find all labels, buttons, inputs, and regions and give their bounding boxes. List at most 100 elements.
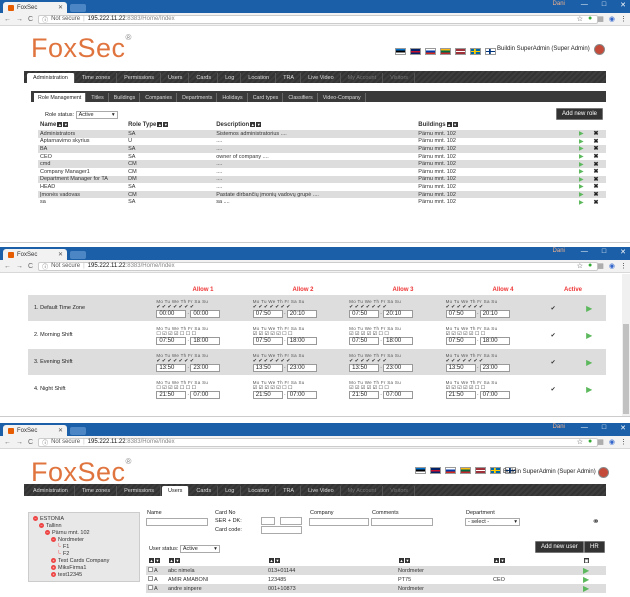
table-row[interactable]: Department Manager for TA DM.... Pärnu mnt… xyxy=(38,175,606,184)
flag-uk-icon[interactable] xyxy=(410,48,421,55)
row-select[interactable]: A xyxy=(146,575,166,584)
search-binoculars-icon[interactable]: ⚭ xyxy=(592,516,600,527)
tab-tra[interactable]: TRA xyxy=(277,73,302,83)
minimize-icon[interactable]: — xyxy=(581,1,588,9)
tree-node[interactable]: └ F2 xyxy=(33,551,135,558)
collapse-icon[interactable]: − xyxy=(33,516,38,521)
new-tab-button[interactable] xyxy=(70,4,86,12)
expand-icon[interactable]: + xyxy=(51,572,56,577)
start-time-input[interactable]: 07:50 xyxy=(445,309,476,318)
close-tab-icon[interactable]: ✕ xyxy=(58,251,63,258)
table-row[interactable]: BA SA.... Pärnu mnt. 102 ▶ ✖ xyxy=(38,145,606,153)
edit-play-icon[interactable]: ▶ xyxy=(576,145,592,153)
name-filter-input[interactable] xyxy=(146,518,208,526)
save-play-icon[interactable]: ▶ xyxy=(572,358,606,367)
end-time-input[interactable]: 20:10 xyxy=(383,309,414,318)
reload-icon[interactable]: C xyxy=(28,263,33,270)
logout-avatar-icon[interactable] xyxy=(598,467,609,478)
delete-icon[interactable]: ✖ xyxy=(591,168,606,176)
tab-administration[interactable]: Administration xyxy=(27,73,75,83)
subtab-holidays[interactable]: Holidays xyxy=(218,93,248,102)
subtab-role-management[interactable]: Role Management xyxy=(34,93,87,102)
edit-play-icon[interactable]: ▶ xyxy=(581,584,606,593)
end-time-input[interactable]: 07:00 xyxy=(286,390,317,399)
extension-icon[interactable]: ▦ xyxy=(597,438,604,446)
collapse-icon[interactable]: − xyxy=(39,523,44,528)
start-time-input[interactable]: 21:50 xyxy=(349,390,380,399)
table-row[interactable]: HEAD SA.... Pärnu mnt. 102 ▶ ✖ xyxy=(38,183,606,191)
end-time-input[interactable]: 20:10 xyxy=(479,309,510,318)
tab-time-zones[interactable]: Time zones xyxy=(76,73,118,83)
logged-user[interactable]: Buildin SuperAdmin (Super Admin) xyxy=(497,46,590,52)
tab-visitors[interactable]: Visitors xyxy=(384,486,416,496)
browser-tab[interactable]: FoxSec ✕ xyxy=(3,2,67,13)
company-input[interactable] xyxy=(309,518,369,526)
end-time-input[interactable]: 20:10 xyxy=(286,309,317,318)
url-field[interactable]: ⓘ Not secure | 195.222.11.22:8383/Home/I… xyxy=(38,14,599,24)
tab-permissions[interactable]: Permissions xyxy=(118,486,162,496)
add-user-button[interactable]: Add new user xyxy=(535,541,584,553)
flag-estonia-icon[interactable] xyxy=(415,467,426,474)
delete-icon[interactable]: ✖ xyxy=(591,145,606,153)
tab-tra[interactable]: TRA xyxy=(277,486,302,496)
start-time-input[interactable]: 13:50 xyxy=(252,363,283,372)
tab-time-zones[interactable]: Time zones xyxy=(76,486,118,496)
collapse-icon[interactable]: − xyxy=(45,530,50,535)
edit-play-icon[interactable]: ▶ xyxy=(576,130,592,138)
profile-name[interactable]: Dani xyxy=(553,424,565,432)
forward-icon[interactable]: → xyxy=(16,439,23,446)
page-scrollbar[interactable] xyxy=(622,274,630,416)
save-play-icon[interactable]: ▶ xyxy=(572,385,606,394)
expand-icon[interactable]: + xyxy=(51,558,56,563)
tab-my-account[interactable]: My Account xyxy=(342,73,384,83)
flag-sweden-icon[interactable] xyxy=(490,467,501,474)
browser-tab[interactable]: FoxSec ✕ xyxy=(3,425,67,436)
bookmark-star-icon[interactable]: ☆ xyxy=(577,438,583,446)
table-row[interactable]: sa SA sa .... Pärnu mnt. 102 ▶ ✖ xyxy=(38,198,606,206)
edit-play-icon[interactable]: ▶ xyxy=(581,575,606,584)
tab-users[interactable]: Users xyxy=(162,486,190,496)
subtab-video-company[interactable]: Video-Company xyxy=(319,93,366,102)
extension-icon[interactable]: ● xyxy=(588,15,592,23)
subtab-departments[interactable]: Departments xyxy=(178,93,218,102)
tab-administration[interactable]: Administration xyxy=(27,486,75,496)
flag-uk-icon[interactable] xyxy=(430,467,441,474)
start-time-input[interactable]: 07:50 xyxy=(349,336,380,345)
tab-cards[interactable]: Cards xyxy=(190,73,219,83)
subtab-classifiers[interactable]: Classifiers xyxy=(284,93,318,102)
tree-node[interactable]: − Pärnu mnt. 102 xyxy=(33,530,135,537)
table-row[interactable]: Administrators SA Sistemos administratoriu… xyxy=(38,130,606,138)
add-role-button[interactable]: Add new role xyxy=(556,108,604,120)
flag-russia-icon[interactable] xyxy=(445,467,456,474)
edit-play-icon[interactable]: ▶ xyxy=(576,175,592,184)
reload-icon[interactable]: C xyxy=(28,16,33,23)
flag-lithuania-icon[interactable] xyxy=(440,48,451,55)
edit-play-icon[interactable]: ▶ xyxy=(576,190,592,199)
start-time-input[interactable]: 07:50 xyxy=(252,336,283,345)
edit-play-icon[interactable]: ▶ xyxy=(577,183,592,191)
table-row[interactable]: Company Manager1 CM.... Pärnu mnt. 102 ▶ ✖ xyxy=(38,168,606,176)
end-time-input[interactable]: 18:00 xyxy=(286,336,317,345)
tree-node[interactable]: + Test Cards Company xyxy=(33,558,135,565)
edit-play-icon[interactable]: ▶ xyxy=(577,138,592,146)
edit-play-icon[interactable]: ▶ xyxy=(581,566,606,575)
profile-name[interactable]: Dani xyxy=(553,248,565,256)
maximize-icon[interactable]: □ xyxy=(602,1,606,9)
flag-lithuania-icon[interactable] xyxy=(460,467,471,474)
expand-icon[interactable]: + xyxy=(51,565,56,570)
menu-icon[interactable]: ⋮ xyxy=(620,438,627,446)
end-time-input[interactable]: 23:00 xyxy=(383,363,414,372)
extension-icon[interactable]: ◉ xyxy=(609,438,615,446)
table-row[interactable]: Įmonės vadovas CM Pastate dirbančių įmonių… xyxy=(38,190,606,199)
new-tab-button[interactable] xyxy=(70,427,86,435)
extension-icon[interactable]: ▦ xyxy=(597,15,604,23)
end-time-input[interactable]: 23:00 xyxy=(190,363,221,372)
delete-icon[interactable]: ✖ xyxy=(591,198,606,206)
start-time-input[interactable]: 13:50 xyxy=(156,363,187,372)
table-row[interactable]: Aabc nimela 013+01144 Nordmeter ▶ xyxy=(146,566,606,575)
subtab-buildings[interactable]: Buildings xyxy=(110,93,141,102)
forward-icon[interactable]: → xyxy=(16,263,23,270)
user-status-select[interactable]: Active ▾ xyxy=(179,545,220,553)
start-time-input[interactable]: 21:50 xyxy=(156,390,187,399)
collapse-icon[interactable]: − xyxy=(51,537,56,542)
